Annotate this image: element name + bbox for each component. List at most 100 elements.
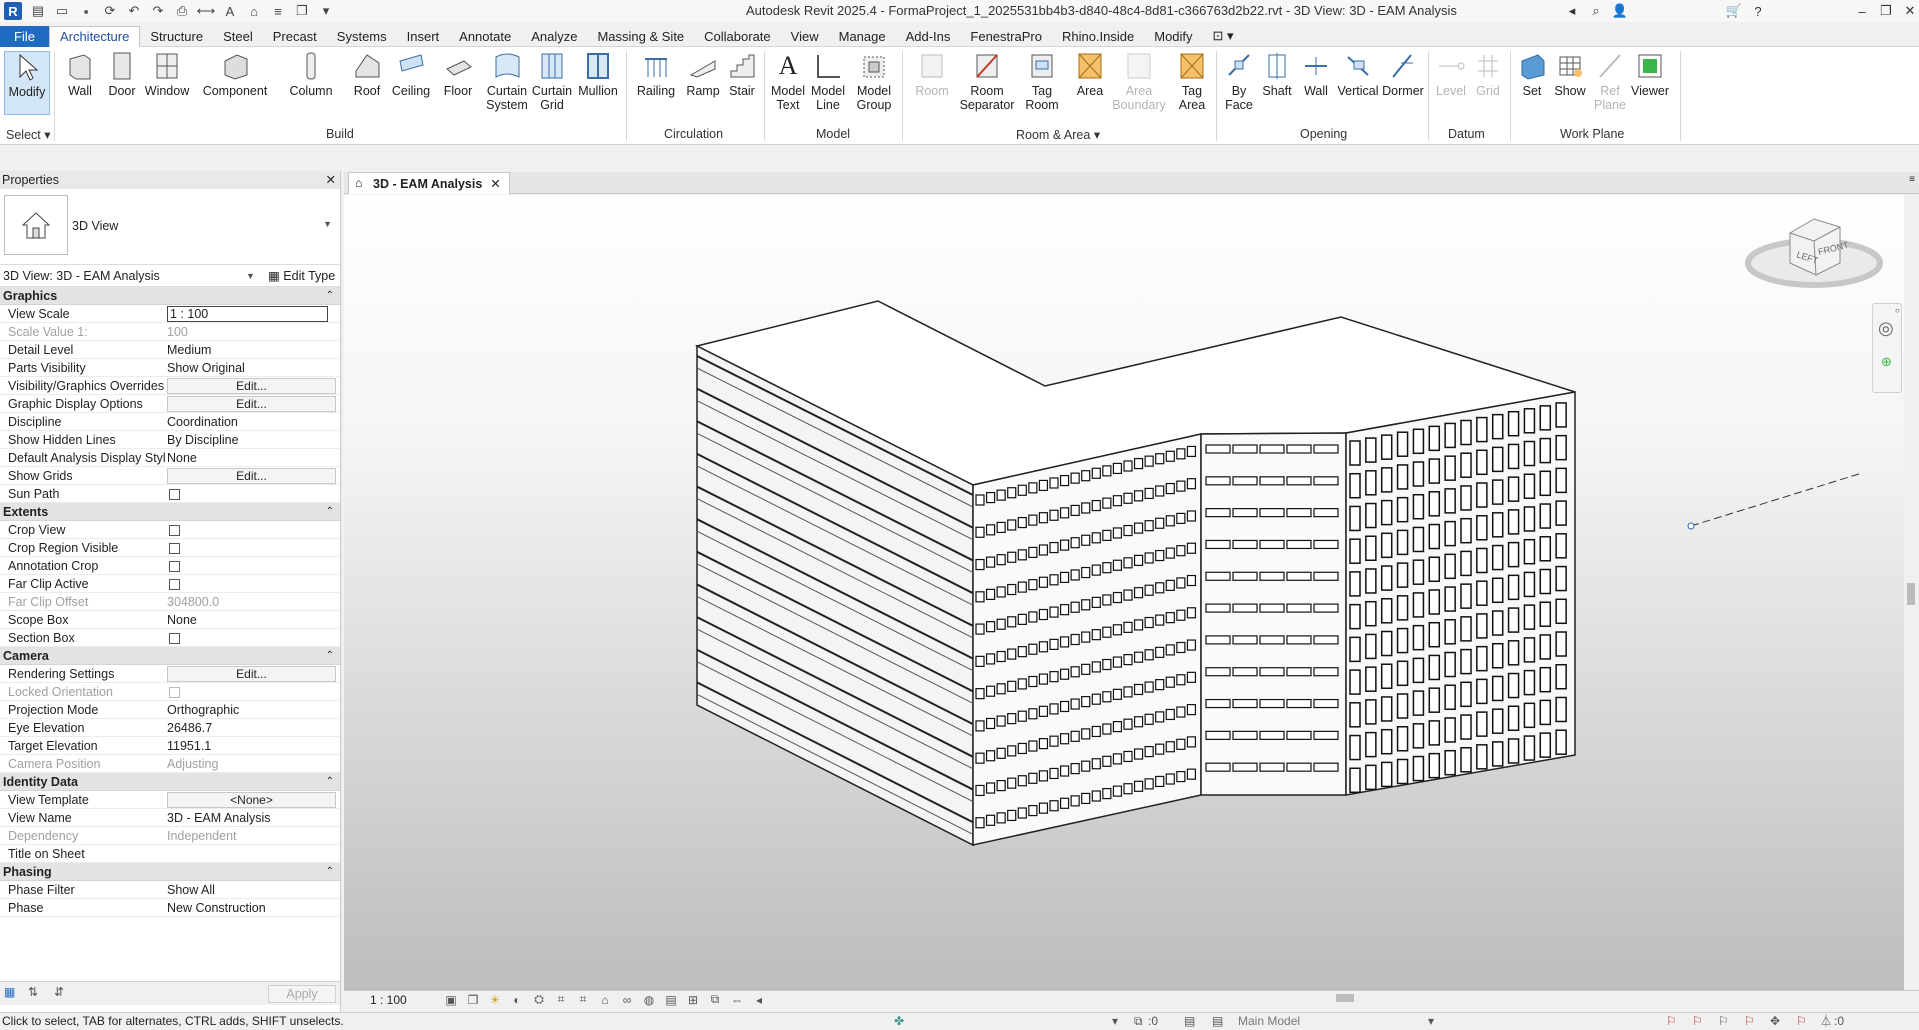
level-button[interactable]: Level	[1434, 51, 1468, 98]
property-value[interactable]	[165, 539, 340, 556]
value-text[interactable]: Show Original	[167, 359, 340, 376]
revit-logo-icon[interactable]: R	[4, 2, 22, 20]
minimize-icon[interactable]: –	[1852, 2, 1872, 20]
checkbox[interactable]	[169, 525, 180, 536]
modify-button[interactable]: Modify	[4, 51, 50, 115]
sync-icon[interactable]: ⟳	[100, 2, 120, 20]
tab-menu-icon[interactable]: ≡	[1909, 174, 1915, 185]
value-text[interactable]: New Construction	[167, 899, 340, 916]
tab-view[interactable]: View	[781, 26, 829, 47]
active-model[interactable]: Main Model	[1238, 1013, 1300, 1030]
collapse-section-icon[interactable]: ⌃	[326, 647, 334, 665]
tab-steel[interactable]: Steel	[213, 26, 263, 47]
value-text[interactable]: Show All	[167, 881, 340, 898]
horizontal-scroll-thumb[interactable]	[1336, 994, 1354, 1002]
measure-icon[interactable]: ⟷	[196, 2, 216, 20]
section-grip-icon[interactable]	[1687, 522, 1695, 530]
type-selector[interactable]: 3D View ▼	[0, 189, 340, 265]
chevron-down-icon[interactable]: ▾	[1428, 1013, 1434, 1030]
chevron-down-icon[interactable]: ▼	[246, 265, 255, 287]
door-button[interactable]: Door	[104, 51, 140, 98]
property-value[interactable]	[165, 521, 340, 538]
set-button[interactable]: Set	[1516, 51, 1548, 98]
column-button[interactable]: Column	[288, 51, 334, 98]
tab-structure[interactable]: Structure	[140, 26, 213, 47]
reveal-hidden-icon[interactable]: ◍	[638, 993, 660, 1007]
close-icon[interactable]: ✕	[1900, 2, 1919, 20]
checkbox[interactable]	[169, 561, 180, 572]
checkbox[interactable]	[169, 543, 180, 554]
select-pinned-icon[interactable]: ⚐	[1718, 1013, 1729, 1030]
tab-file[interactable]: File	[0, 25, 49, 47]
by-face-button[interactable]: By Face	[1222, 51, 1256, 112]
crop-view-icon[interactable]: ⌗	[550, 992, 572, 1007]
property-value[interactable]: Show Original	[165, 359, 340, 376]
roof-button[interactable]: Roof	[350, 51, 384, 98]
tab-systems[interactable]: Systems	[327, 26, 397, 47]
stair-button[interactable]: Stair	[724, 51, 760, 98]
section-phasing[interactable]: Phasing ⌃	[0, 863, 340, 881]
filter-icon[interactable]: ⏃	[1820, 1013, 1832, 1030]
shaft-button[interactable]: Shaft	[1258, 51, 1296, 98]
edit-button[interactable]: <None>	[167, 792, 336, 808]
select-group-label[interactable]: Select ▾	[6, 127, 51, 142]
tab-annotate[interactable]: Annotate	[449, 26, 521, 47]
editable-only-icon[interactable]: ▤	[1212, 1013, 1223, 1030]
tab-rhino-inside[interactable]: Rhino.Inside	[1052, 26, 1144, 47]
view-scale-input[interactable]: 1 : 100	[167, 306, 328, 322]
tab-architecture[interactable]: Architecture	[48, 25, 141, 47]
collapse-section-icon[interactable]: ⌃	[326, 773, 334, 791]
collapse-section-icon[interactable]: ⌃	[326, 503, 334, 521]
steering-wheel-icon[interactable]: ◎	[1878, 318, 1894, 339]
viewer-button[interactable]: Viewer	[1628, 51, 1672, 98]
unlock-view-icon[interactable]: ⌂	[594, 993, 616, 1007]
binoculars-icon[interactable]: ⌕	[1586, 2, 1606, 20]
background-process-icon[interactable]: ⚐	[1796, 1013, 1807, 1030]
chevron-down-icon[interactable]: ▼	[323, 219, 332, 229]
constraints-icon[interactable]: ⇔	[726, 993, 748, 1007]
render-icon[interactable]: ⛭	[528, 992, 550, 1007]
floor-button[interactable]: Floor	[438, 51, 478, 98]
property-value[interactable]: 11951.1	[165, 737, 340, 754]
model-group-button[interactable]: Model Group	[852, 51, 896, 112]
curtain-system-button[interactable]: Curtain System	[484, 51, 530, 112]
edit-button[interactable]: Edit...	[167, 396, 336, 412]
value-text[interactable]: 26486.7	[167, 719, 340, 736]
scroll-thumb[interactable]	[1907, 583, 1915, 605]
mullion-button[interactable]: Mullion	[576, 51, 620, 98]
model-text-button[interactable]: A Model Text	[768, 51, 808, 113]
property-value[interactable]	[165, 629, 340, 646]
sort-asc-icon[interactable]: ⇅	[28, 985, 38, 999]
tab-collaborate[interactable]: Collaborate	[694, 26, 781, 47]
ref-plane-button[interactable]: Ref Plane	[1592, 51, 1628, 112]
property-value[interactable]: 26486.7	[165, 719, 340, 736]
property-value[interactable]: New Construction	[165, 899, 340, 916]
property-value[interactable]: Orthographic	[165, 701, 340, 718]
select-by-face-icon[interactable]: ⚐	[1744, 1013, 1755, 1030]
property-value[interactable]: 1 : 100	[165, 305, 340, 322]
property-value[interactable]: Coordination	[165, 413, 340, 430]
tab-precast[interactable]: Precast	[263, 26, 327, 47]
close-properties-icon[interactable]: ✕	[326, 171, 336, 189]
tab-3d-eam-analysis[interactable]: ⌂ 3D - EAM Analysis ✕	[348, 172, 510, 194]
worksharing-icon[interactable]: ✤	[894, 1013, 904, 1030]
sort-desc-icon[interactable]: ⇵	[54, 985, 64, 999]
cart-icon[interactable]: 🛒	[1724, 2, 1744, 20]
value-text[interactable]: By Discipline	[167, 431, 340, 448]
wall-button[interactable]: Wall	[62, 51, 98, 98]
tab-insert[interactable]: Insert	[397, 26, 450, 47]
ramp-button[interactable]: Ramp	[684, 51, 722, 98]
property-value[interactable]	[165, 575, 340, 592]
section-extents[interactable]: Extents ⌃	[0, 503, 340, 521]
instance-selector[interactable]: 3D View: 3D - EAM Analysis	[3, 269, 160, 283]
property-value[interactable]: None	[165, 611, 340, 628]
value-text[interactable]: Medium	[167, 341, 340, 358]
viewcube[interactable]: LEFT FRONT	[1744, 205, 1884, 295]
property-value[interactable]: Edit...	[165, 467, 340, 484]
user-icon[interactable]: 👤	[1610, 2, 1630, 20]
property-value[interactable]	[165, 845, 340, 862]
close-tab-icon[interactable]: ✕	[490, 176, 500, 191]
railing-button[interactable]: Railing	[634, 51, 678, 98]
drag-elements-icon[interactable]: ✥	[1770, 1013, 1780, 1030]
vertical-scrollbar[interactable]	[1904, 195, 1919, 990]
